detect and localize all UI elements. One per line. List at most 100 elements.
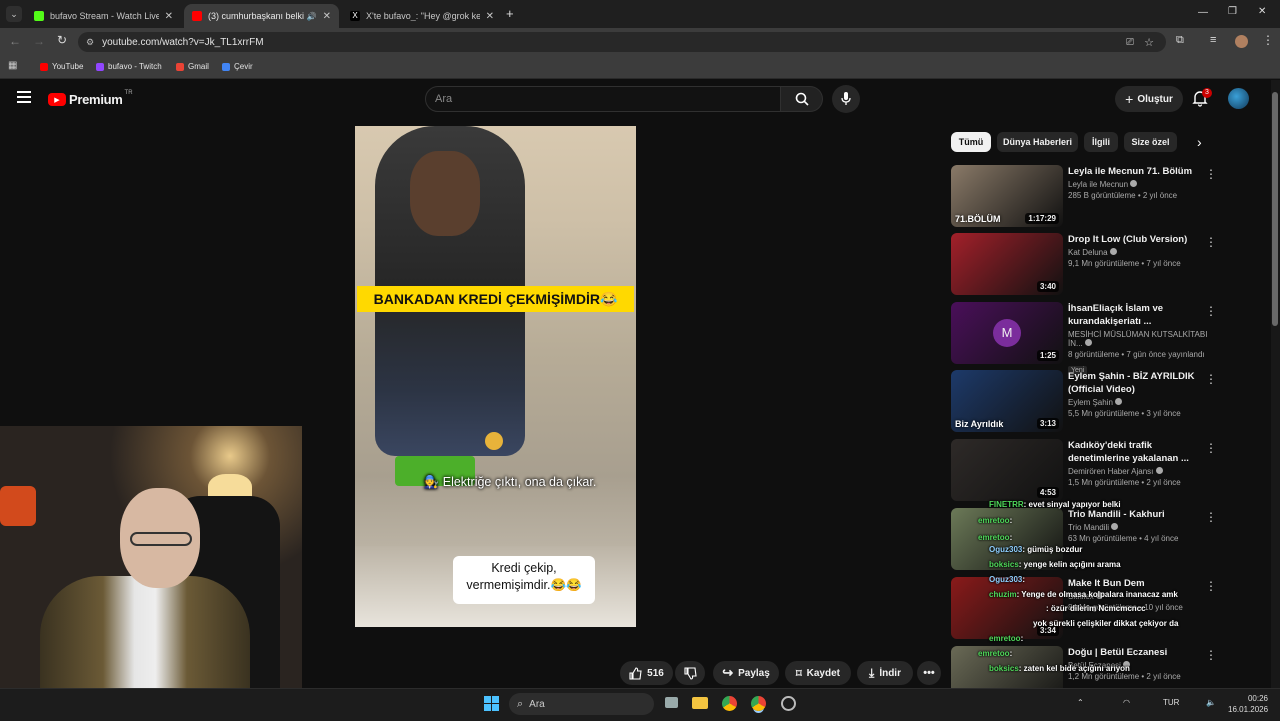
account-avatar[interactable] (1228, 88, 1249, 109)
start-icon[interactable] (484, 696, 499, 711)
tab-youtube[interactable]: (3) cumhurbaşkanı belki af 🔊 ✕ (184, 4, 339, 28)
extensions-icon[interactable]: ⧉ (1176, 34, 1184, 47)
search-button[interactable] (781, 86, 823, 112)
close-icon[interactable]: ✕ (165, 11, 173, 22)
recommendation-item[interactable]: 4:53 Kadıköy'deki trafik denetimlerine ya… (951, 439, 1223, 501)
wifi-icon[interactable]: ◠ (1123, 698, 1130, 707)
channel-name[interactable]: MESİHCİ MÜSLÜMAN KUTSALKİTABI İN... (1068, 330, 1208, 348)
voice-search-button[interactable] (832, 85, 860, 113)
video-thumbnail[interactable]: 71.BÖLÜM 1:17:29 (951, 165, 1063, 227)
chat-username: emretoo (978, 516, 1010, 525)
video-thumbnail[interactable]: Biz Ayrıldık 3:13 (951, 370, 1063, 432)
twitch-icon (96, 62, 104, 71)
bookmark-youtube[interactable]: YouTube (40, 62, 83, 71)
recommendation-item[interactable]: 71.BÖLÜM 1:17:29 Leyla ile Mecnun 71. Bölü… (951, 165, 1223, 227)
maximize-button[interactable]: ❐ (1228, 6, 1237, 17)
chevron-up-icon[interactable]: ⌃ (1077, 698, 1084, 707)
more-options-icon[interactable]: ⋮ (1205, 441, 1217, 455)
tab-kick[interactable]: bufavo Stream - Watch Live on ✕ (26, 4, 181, 28)
back-icon[interactable]: ← (9, 34, 21, 48)
recommendation-item[interactable]: 3:40 Drop It Low (Club Version) Kat Deluna… (951, 233, 1223, 295)
video-thumbnail[interactable]: 3:40 (951, 233, 1063, 295)
channel-name[interactable]: Leyla ile Mecnun (1068, 180, 1208, 189)
task-view-icon[interactable] (665, 697, 678, 708)
more-options-icon[interactable]: ⋮ (1205, 648, 1217, 662)
video-title[interactable]: İhsanEliaçık İslam ve kurandakişeriatı .… (1068, 302, 1208, 328)
more-options-icon[interactable]: ⋮ (1205, 167, 1217, 181)
share-button[interactable]: ↪ Paylaş (713, 661, 779, 685)
channel-name[interactable]: Kat Deluna (1068, 248, 1208, 257)
video-title[interactable]: Trio Mandili - Kakhuri (1068, 508, 1208, 521)
save-button[interactable]: ⌑ Kaydet (785, 661, 851, 685)
speaker-icon[interactable]: 🔈 (1206, 698, 1216, 707)
video-title[interactable]: Make It Bun Dem (1068, 577, 1208, 590)
video-title[interactable]: Leyla ile Mecnun 71. Bölüm (1068, 165, 1208, 178)
media-controls-icon[interactable]: ≡ (1210, 34, 1216, 46)
video-title[interactable]: Kadıköy'deki trafik denetimlerine yakala… (1068, 439, 1208, 465)
recommendation-item[interactable]: Biz Ayrıldık 3:13 Eylem Şahin - BİZ AYRILD… (951, 370, 1223, 432)
thumbnail-text: 71.BÖLÜM (955, 214, 1001, 224)
chip-for-you[interactable]: Size özel (1124, 132, 1177, 152)
channel-name[interactable]: Trio Mandili (1068, 523, 1208, 532)
recommendation-item[interactable]: M 1:25 İhsanEliaçık İslam ve kurandakişeri… (951, 302, 1223, 375)
video-player[interactable]: BANKADAN KREDİ ÇEKMİŞİMDİR😂 🧑‍🔧 Elektriğ… (355, 126, 636, 627)
more-options-icon[interactable]: ⋮ (1205, 235, 1217, 249)
taskbar-search[interactable]: ⌕ Ara (509, 693, 654, 715)
dislike-button[interactable] (675, 661, 705, 685)
address-bar[interactable]: ⚙ youtube.com/watch?v=Jk_TL1xrrFM ⎚ ☆ (78, 32, 1166, 52)
view-info: 5,5 Mn görüntüleme • 3 yıl önce (1068, 409, 1181, 418)
video-meta: Leyla ile Mecnun 71. Bölüm Leyla ile Mecn… (1068, 165, 1208, 200)
chip-world-news[interactable]: Dünya Haberleri (997, 132, 1078, 152)
more-actions-button[interactable]: ••• (917, 661, 941, 685)
minimize-button[interactable]: — (1198, 7, 1208, 18)
chip-all[interactable]: Tümü (951, 132, 991, 152)
language-indicator[interactable]: TUR (1163, 698, 1179, 707)
close-window-button[interactable]: ✕ (1258, 6, 1266, 17)
more-options-icon[interactable]: ⋮ (1205, 510, 1217, 524)
clock[interactable]: 00:26 16.01.2026 (1228, 693, 1268, 715)
more-options-icon[interactable]: ⋮ (1205, 304, 1217, 318)
forward-icon[interactable]: → (33, 34, 45, 48)
close-icon[interactable]: ✕ (486, 11, 494, 22)
video-thumbnail[interactable]: 4:53 (951, 439, 1063, 501)
like-button[interactable]: 516 (620, 661, 673, 685)
video-title[interactable]: Doğu | Betül Eczanesi (1068, 646, 1208, 659)
menu-icon[interactable]: ⋮ (1262, 33, 1274, 47)
tab-title: X'te bufavo_: "Hey @grok kend (366, 11, 480, 21)
bookmark-translate[interactable]: Çevir (222, 62, 253, 71)
bookmark-star-icon[interactable]: ☆ (1144, 36, 1154, 49)
chrome-active-icon[interactable] (751, 696, 766, 711)
scrollbar-thumb[interactable] (1272, 92, 1278, 326)
video-thumbnail[interactable]: M 1:25 (951, 302, 1063, 364)
youtube-logo[interactable]: ▶ Premium TR (48, 90, 133, 107)
create-button[interactable]: + Oluştur (1115, 86, 1183, 112)
chrome-icon[interactable] (722, 696, 737, 711)
more-options-icon[interactable]: ⋮ (1205, 579, 1217, 593)
speaker-icon[interactable]: 🔊 (307, 12, 317, 21)
video-title[interactable]: Drop It Low (Club Version) (1068, 233, 1208, 246)
video-title[interactable]: Eylem Şahin - BİZ AYRILDIK (Official Vid… (1068, 370, 1208, 396)
bookmark-twitch[interactable]: bufavo - Twitch (96, 62, 162, 71)
channel-name[interactable]: Eylem Şahin (1068, 398, 1208, 407)
site-info-icon[interactable]: ⚙ (86, 37, 94, 48)
bookmark-gmail[interactable]: Gmail (176, 62, 209, 71)
notifications-button[interactable]: 3 (1192, 88, 1212, 112)
reload-icon[interactable]: ↻ (57, 33, 67, 47)
file-explorer-icon[interactable] (692, 697, 708, 709)
profile-avatar[interactable] (1235, 35, 1248, 48)
more-options-icon[interactable]: ⋮ (1205, 372, 1217, 386)
apps-icon[interactable]: ▦ (8, 60, 17, 71)
premium-label: Premium (69, 92, 123, 107)
cast-icon[interactable]: ⎚ (1126, 37, 1134, 48)
hamburger-menu-icon[interactable] (17, 91, 31, 103)
download-button[interactable]: ⤓ İndir (857, 661, 913, 685)
search-input[interactable]: Ara (425, 86, 781, 112)
tab-search-button[interactable]: ⌄ (6, 6, 22, 22)
close-icon[interactable]: ✕ (323, 11, 331, 22)
new-tab-button[interactable]: + (506, 6, 514, 21)
app-icon[interactable] (781, 696, 796, 711)
tab-x[interactable]: X X'te bufavo_: "Hey @grok kend ✕ (342, 4, 502, 28)
chip-related[interactable]: İlgili (1084, 132, 1118, 152)
chevron-right-icon[interactable]: › (1197, 134, 1202, 150)
channel-name[interactable]: Demirören Haber Ajansı (1068, 467, 1208, 476)
